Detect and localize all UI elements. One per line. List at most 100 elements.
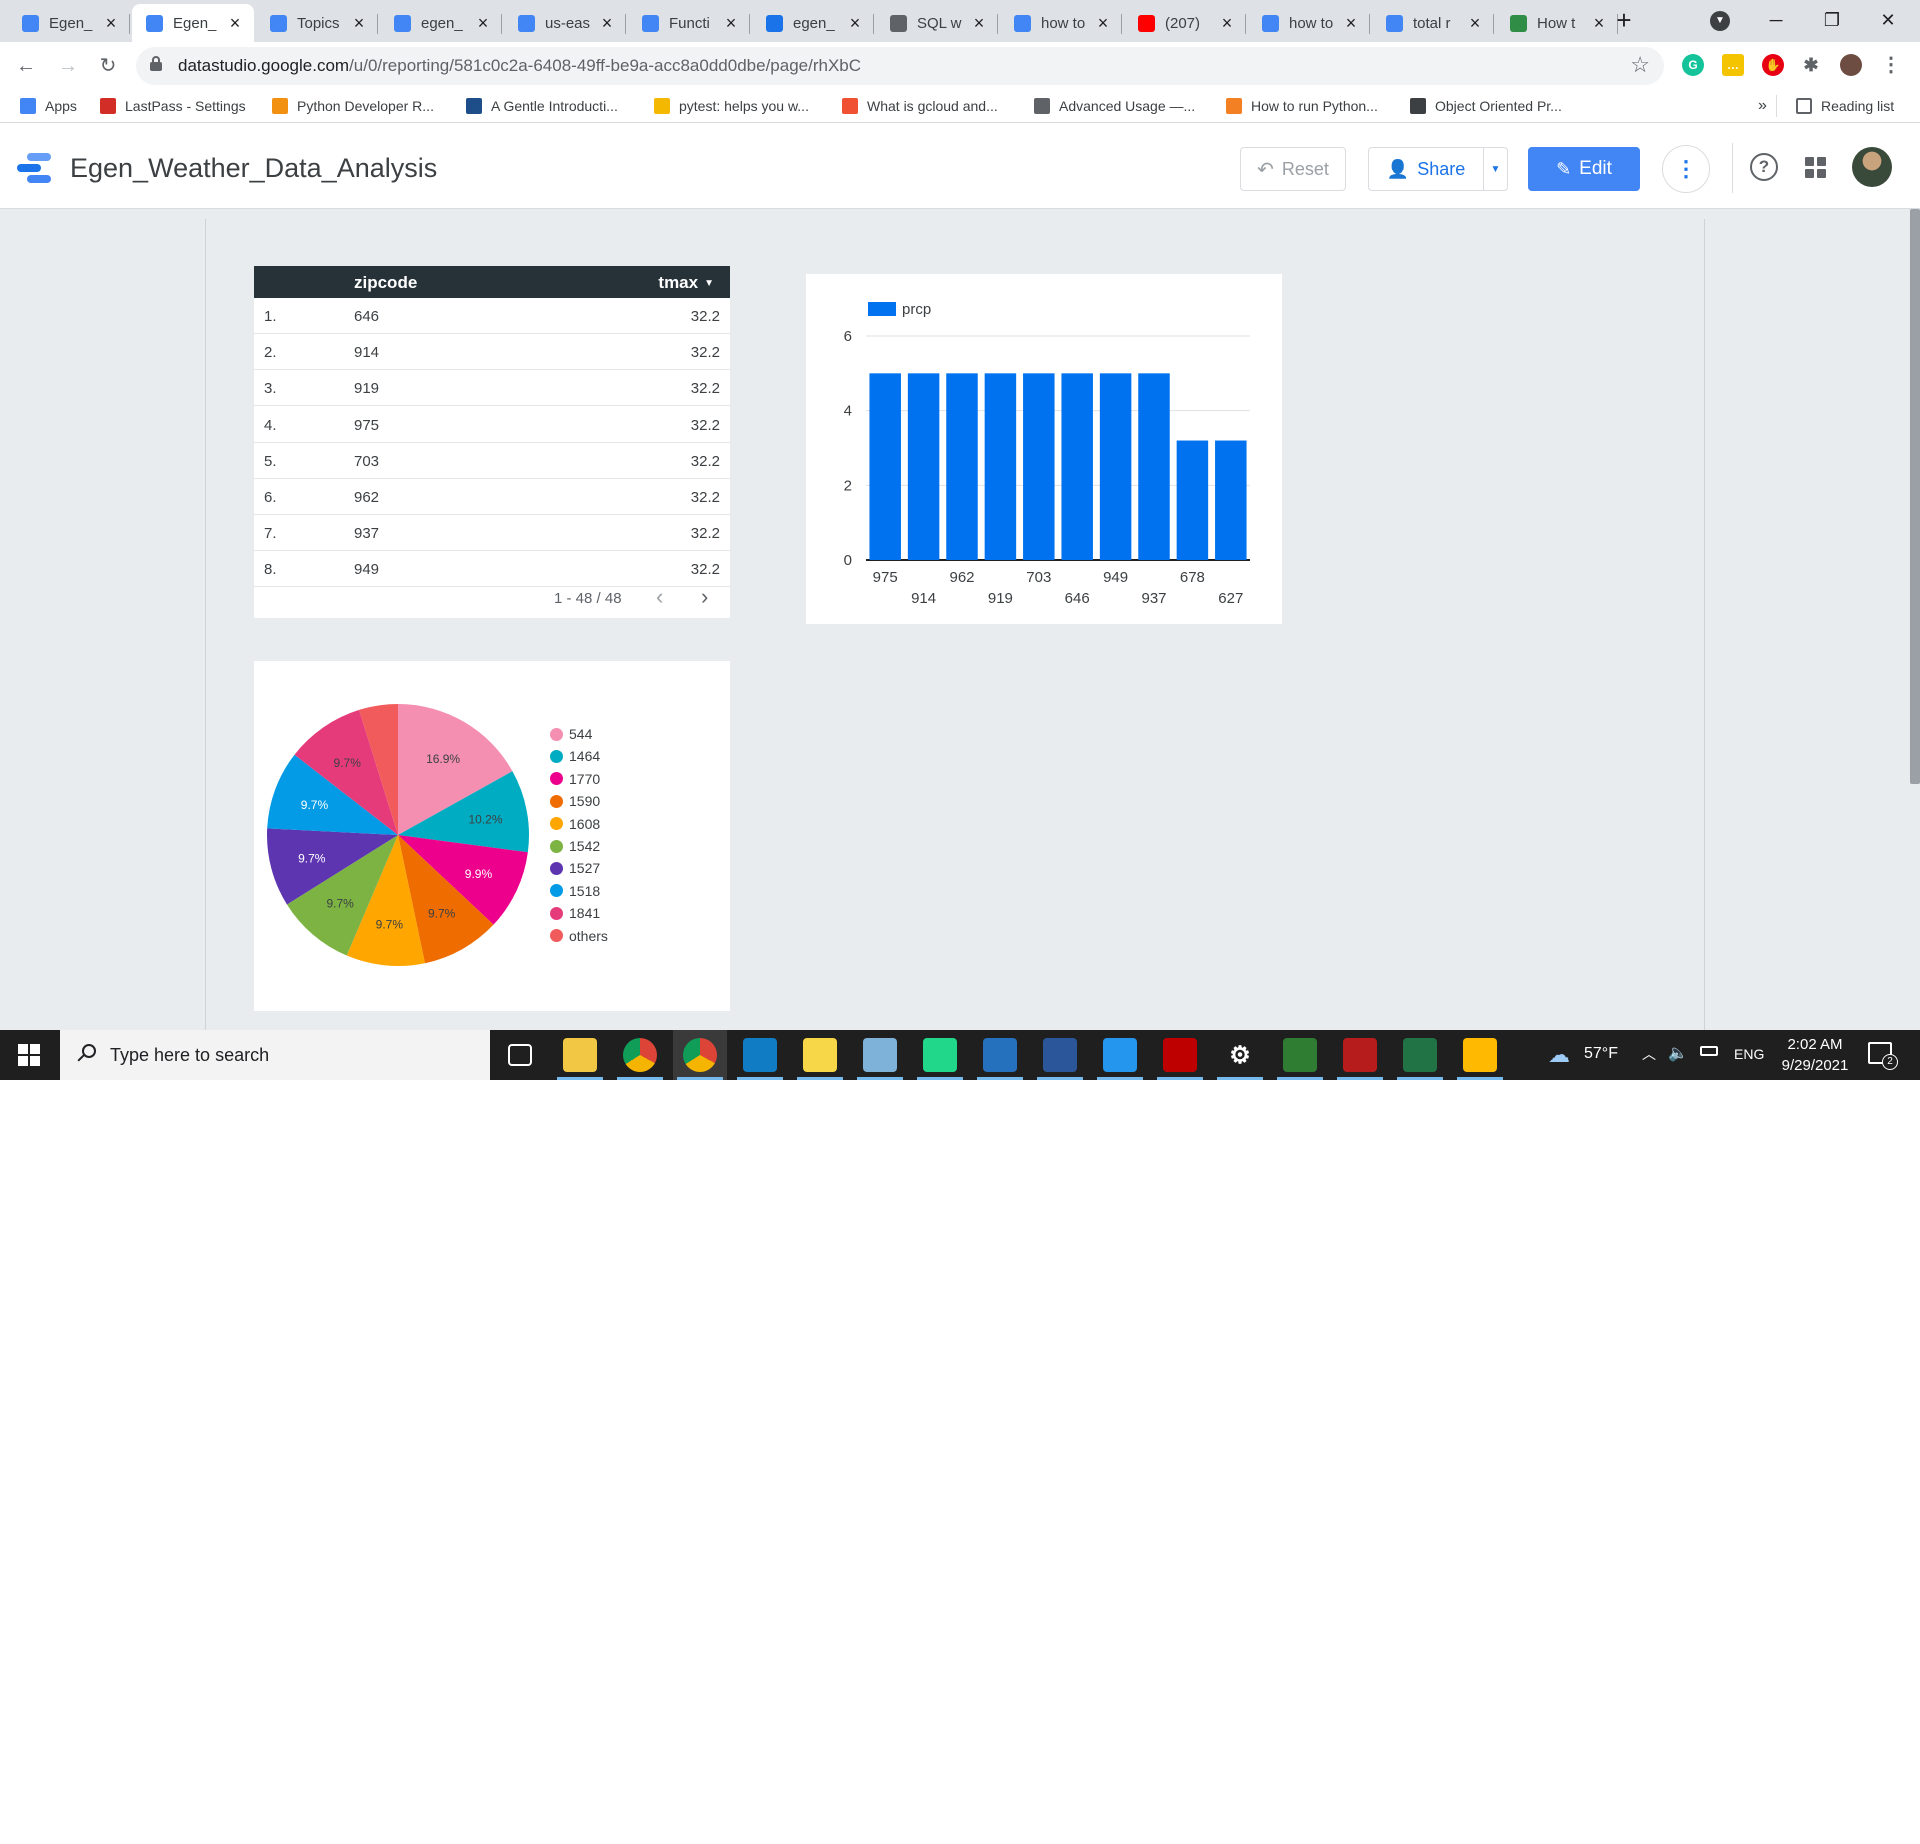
chrome-icon[interactable] <box>683 1038 717 1072</box>
apps-grid-icon[interactable] <box>1805 157 1827 179</box>
bookmark-item[interactable]: Python Developer R... <box>272 95 434 117</box>
next-page-icon[interactable]: › <box>701 584 708 610</box>
legend-item[interactable]: 1590 <box>550 791 600 811</box>
weather-temp[interactable]: 57°F <box>1584 1045 1618 1063</box>
lastpass-icon[interactable]: … <box>1722 54 1744 76</box>
close-tab-icon[interactable]: × <box>1218 13 1236 34</box>
tab[interactable]: Functi × <box>628 4 750 42</box>
grammarly-icon[interactable]: G <box>1682 54 1704 76</box>
bar[interactable] <box>1215 440 1247 560</box>
bar[interactable] <box>869 373 901 560</box>
legend-item[interactable]: 544 <box>550 724 592 744</box>
zipcode-pie-chart[interactable]: 16.9% 10.2% 9.9% 9.7% 9.7% 9.7% 9.7% 9.7% 9.7% 5… <box>254 661 730 1011</box>
sticky-notes-icon[interactable] <box>803 1038 837 1072</box>
close-tab-icon[interactable]: × <box>1094 13 1112 34</box>
close-tab-icon[interactable]: × <box>598 13 616 34</box>
reload-icon[interactable]: ↻ <box>92 50 124 82</box>
zipcode-tmax-table[interactable]: zipcode tmax ▼ 1. 646 32.2 2. 914 32.2 3. 919 32.… <box>254 266 730 618</box>
lock-icon[interactable] <box>150 56 162 71</box>
bar[interactable] <box>1023 373 1055 560</box>
bookmark-item[interactable]: pytest: helps you w... <box>654 95 809 117</box>
filezilla-icon[interactable] <box>1163 1038 1197 1072</box>
tab[interactable]: SQL w × <box>876 4 998 42</box>
bookmarks-overflow-icon[interactable]: » <box>1758 95 1767 117</box>
bookmark-item[interactable]: Apps <box>20 95 77 117</box>
bar[interactable] <box>907 373 940 560</box>
table-row[interactable]: 6. 962 32.2 <box>254 479 730 515</box>
network-app-icon[interactable] <box>1343 1038 1377 1072</box>
user-avatar[interactable] <box>1852 147 1892 187</box>
report-title[interactable]: Egen_Weather_Data_Analysis <box>70 153 437 184</box>
tab[interactable]: how to × <box>1248 4 1370 42</box>
close-tab-icon[interactable]: × <box>102 13 120 34</box>
table-row[interactable]: 1. 646 32.2 <box>254 298 730 334</box>
address-bar[interactable]: datastudio.google.com/u/0/reporting/581c… <box>136 47 1664 85</box>
tab[interactable]: Egen_ × <box>132 4 254 42</box>
docker-icon[interactable] <box>1103 1038 1137 1072</box>
legend-item[interactable]: 1464 <box>550 746 600 766</box>
edge-icon[interactable] <box>743 1038 777 1072</box>
legend-item[interactable]: 1542 <box>550 836 600 856</box>
tab[interactable]: egen_ × <box>380 4 502 42</box>
share-button[interactable]: 👤 Share ▼ <box>1368 147 1508 191</box>
table-row[interactable]: 7. 937 32.2 <box>254 515 730 552</box>
close-tab-icon[interactable]: × <box>846 13 864 34</box>
bar[interactable] <box>1061 373 1093 560</box>
tab[interactable]: total r × <box>1372 4 1494 42</box>
close-tab-icon[interactable]: × <box>1342 13 1360 34</box>
show-hidden-icons-icon[interactable]: ︿ <box>1642 1044 1656 1064</box>
file-explorer-icon[interactable] <box>563 1038 597 1072</box>
table-row[interactable]: 4. 975 32.2 <box>254 407 730 443</box>
column-header-zipcode[interactable]: zipcode <box>354 273 417 293</box>
legend-item[interactable]: 1841 <box>550 903 600 923</box>
restore-icon[interactable]: ❐ <box>1804 0 1860 40</box>
more-options-icon[interactable]: ⋮ <box>1662 145 1710 193</box>
legend-item[interactable]: 1608 <box>550 814 600 834</box>
extensions-puzzle-icon[interactable]: ✱ <box>1800 54 1822 76</box>
back-icon[interactable]: ← <box>10 50 42 82</box>
edit-button[interactable]: ✎ Edit <box>1528 147 1640 191</box>
bookmark-star-icon[interactable]: ☆ <box>1630 52 1650 78</box>
settings-icon[interactable]: ⚙ <box>1223 1038 1257 1072</box>
close-tab-icon[interactable]: × <box>722 13 740 34</box>
bar[interactable] <box>1099 373 1132 560</box>
spinner-app-icon[interactable] <box>1283 1038 1317 1072</box>
taskbar-search-box[interactable]: Type here to search <box>60 1030 490 1080</box>
minimize-icon[interactable]: ─ <box>1748 0 1804 40</box>
bar[interactable] <box>984 373 1017 560</box>
powershell-icon[interactable] <box>983 1038 1017 1072</box>
bookmark-item[interactable]: Object Oriented Pr... <box>1410 95 1562 117</box>
close-tab-icon[interactable]: × <box>970 13 988 34</box>
taskbar-clock[interactable]: 2:02 AM 9/29/2021 <box>1770 1034 1860 1076</box>
prev-page-icon[interactable]: ‹ <box>656 584 663 610</box>
action-center-icon[interactable]: 2 <box>1868 1042 1898 1070</box>
tab[interactable]: how to × <box>1000 4 1122 42</box>
weather-icon[interactable]: ☁ <box>1548 1042 1570 1068</box>
adblock-icon[interactable]: ✋ <box>1762 54 1784 76</box>
close-tab-icon[interactable]: × <box>474 13 492 34</box>
language-indicator[interactable]: ENG <box>1734 1046 1764 1062</box>
new-tab-button[interactable]: + <box>1610 6 1638 36</box>
volume-icon[interactable]: 🔈 <box>1668 1043 1688 1063</box>
prcp-bar-chart[interactable]: prcp 0 2 4 6 975 914 962 919 703 646 949 937 678 627 <box>806 274 1282 624</box>
close-tab-icon[interactable]: × <box>1590 13 1608 34</box>
legend-item[interactable]: others <box>550 926 608 946</box>
tab[interactable]: (207) × <box>1124 4 1246 42</box>
bar[interactable] <box>946 373 978 560</box>
bar[interactable] <box>1138 373 1170 560</box>
close-tab-icon[interactable]: × <box>226 13 244 34</box>
table-row[interactable]: 5. 703 32.2 <box>254 443 730 479</box>
close-window-icon[interactable]: ✕ <box>1860 0 1916 40</box>
word-icon[interactable] <box>1043 1038 1077 1072</box>
close-tab-icon[interactable]: × <box>1466 13 1484 34</box>
pycharm-icon[interactable] <box>923 1038 957 1072</box>
table-row[interactable]: 8. 949 32.2 <box>254 551 730 588</box>
bookmark-item[interactable]: What is gcloud and... <box>842 95 998 117</box>
share-dropdown-icon[interactable]: ▼ <box>1483 148 1507 190</box>
column-header-tmax[interactable]: tmax ▼ <box>658 273 714 293</box>
bookmark-item[interactable]: LastPass - Settings <box>100 95 246 117</box>
bookmark-item[interactable]: Advanced Usage —... <box>1034 95 1195 117</box>
tab[interactable]: How t × <box>1496 4 1618 42</box>
table-row[interactable]: 3. 919 32.2 <box>254 370 730 407</box>
chrome-icon[interactable] <box>623 1038 657 1072</box>
